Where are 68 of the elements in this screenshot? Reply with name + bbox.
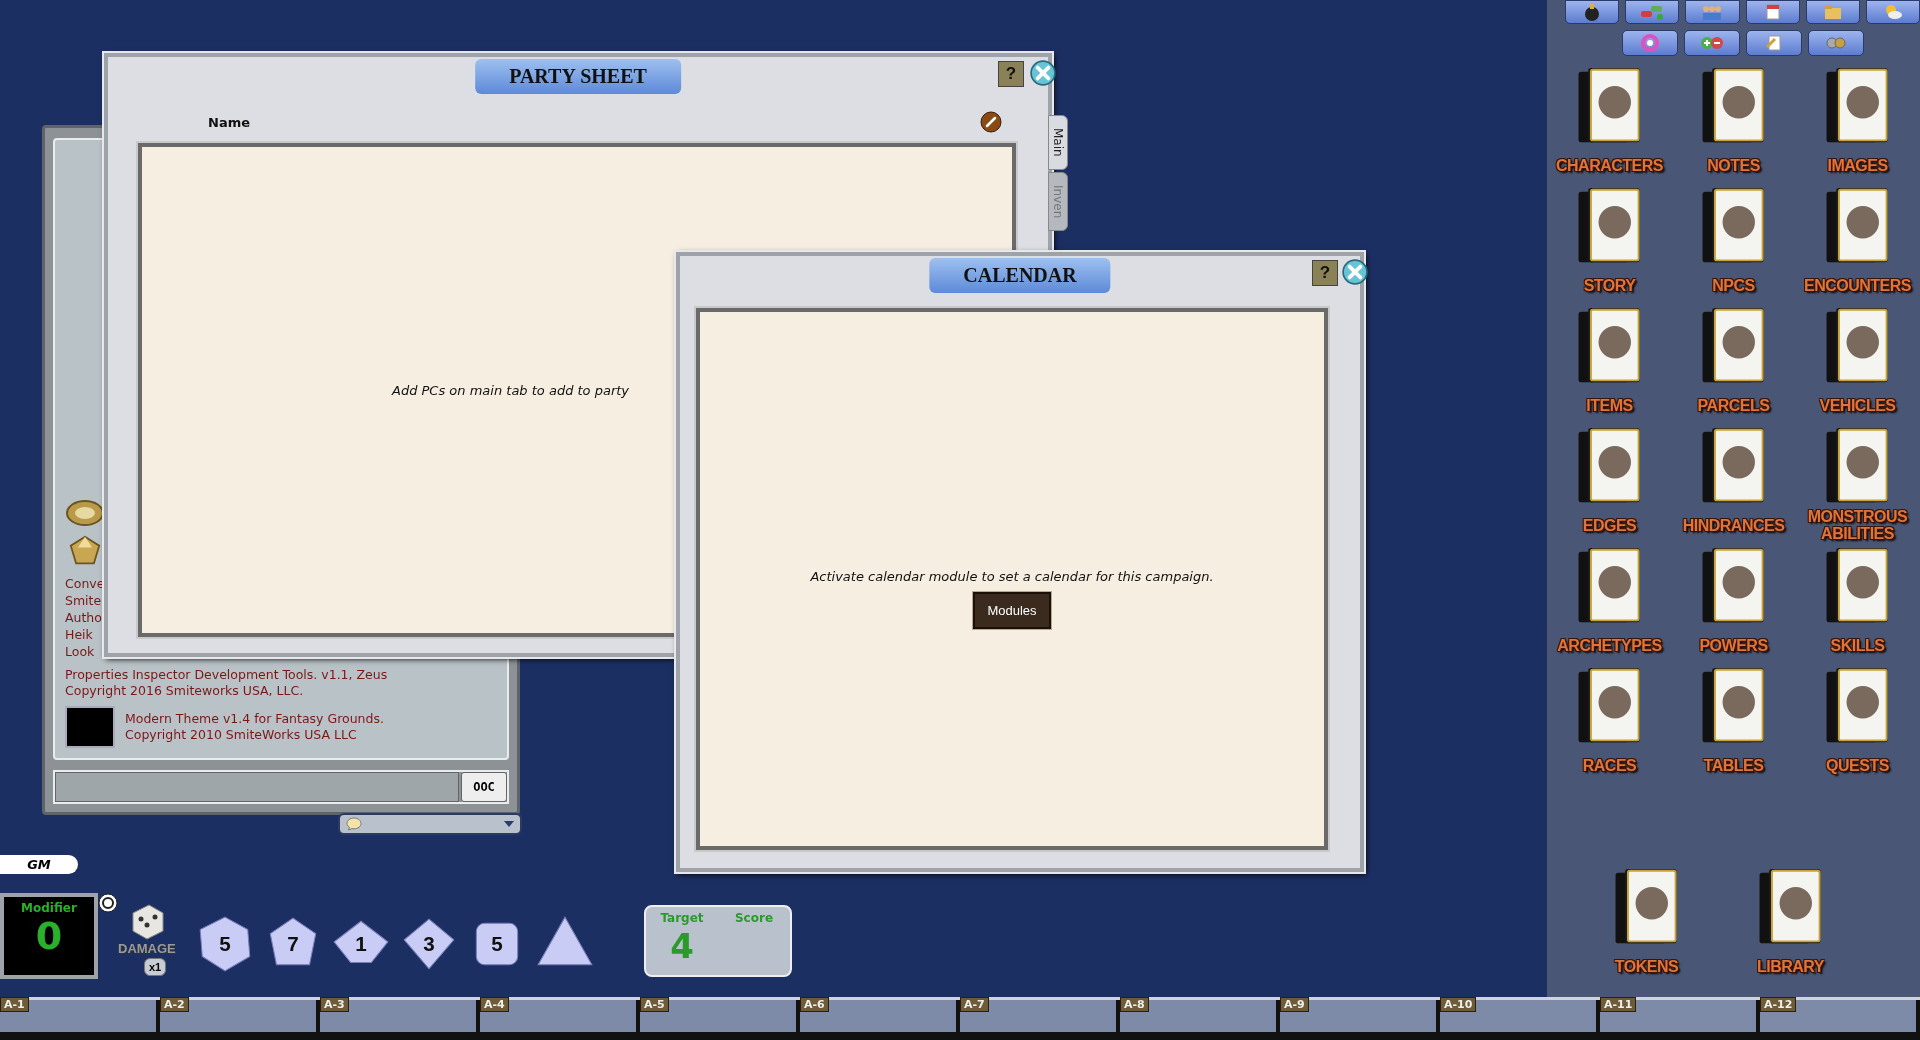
multiplier-button[interactable]: x1 (144, 958, 167, 976)
hotkey-label: A-9 (1280, 997, 1309, 1012)
hotkey-label: A-2 (160, 997, 189, 1012)
chat-line: Look (65, 644, 96, 660)
speech-bubble-icon (346, 817, 362, 831)
hotkey-label: A-8 (1120, 997, 1149, 1012)
toolbar-button[interactable] (1625, 0, 1680, 24)
score-label: Score (734, 911, 774, 925)
hotkey-slot[interactable]: A-7 (960, 1000, 1120, 1032)
pencil-icon[interactable] (980, 111, 1002, 133)
column-header: Name (208, 114, 250, 130)
toolbar-button[interactable] (1565, 0, 1620, 24)
modules-button[interactable]: Modules (973, 592, 1051, 629)
chat-message: Properties Inspector Development Tools. v1.1, Zeus Copyright 2016 Smiteworks USA, LLC. (65, 667, 388, 699)
hotkey-label: A-11 (1600, 997, 1637, 1012)
hotkey-label: A-10 (1440, 997, 1477, 1012)
empty-list-message: Add PCs on main tab to add to party (392, 382, 630, 398)
hotkey-label: A-3 (320, 997, 349, 1012)
hotkey-slot[interactable]: A-3 (320, 1000, 480, 1032)
hotkey-label: A-7 (960, 997, 989, 1012)
side-tab[interactable]: Main (1048, 115, 1068, 170)
window-title: CALENDAR (929, 258, 1111, 293)
damage-die-button[interactable]: DAMAGE (118, 901, 176, 956)
chat-line: Heik (65, 627, 94, 643)
hotkey-slot[interactable]: A-1 (0, 1000, 160, 1032)
help-button[interactable]: ? (998, 61, 1024, 87)
modifier-label: Modifier (21, 901, 77, 915)
speaker-dropdown[interactable] (338, 813, 522, 835)
toolbar-button[interactable] (1805, 0, 1860, 24)
hotkey-slot[interactable]: A-4 (480, 1000, 640, 1032)
hotkey-slot[interactable]: A-6 (800, 1000, 960, 1032)
calendar-message: Activate calendar module to set a calendar for this campaign. (810, 569, 1214, 584)
close-icon[interactable] (1342, 259, 1368, 285)
toolbar-button[interactable] (1746, 30, 1802, 56)
hotkey-slot[interactable]: A-5 (640, 1000, 800, 1032)
toolbar-button[interactable] (1685, 0, 1740, 24)
hotkey-slot[interactable]: A-12 (1760, 1000, 1920, 1032)
hotkey-label: A-4 (480, 997, 509, 1012)
identity-label: GM (0, 855, 78, 874)
target-label: Target (660, 911, 704, 925)
toolbar-button[interactable] (1622, 30, 1678, 56)
chat-line: Autho (65, 610, 103, 626)
ooc-button[interactable]: OOC (461, 772, 507, 802)
chat-input-field[interactable] (55, 772, 459, 802)
toolbar-button[interactable] (1684, 30, 1740, 56)
hotkey-slot[interactable]: A-10 (1440, 1000, 1600, 1032)
toolbar-button[interactable] (1865, 0, 1920, 24)
target-value: 4 (669, 927, 695, 965)
close-icon[interactable] (1030, 60, 1056, 86)
color-wheel-icon (1638, 33, 1662, 53)
hotkey-slot[interactable]: A-11 (1600, 1000, 1760, 1032)
window-title: PARTY SHEET (475, 59, 681, 94)
toolbar-button[interactable] (1808, 30, 1864, 56)
modifier-value: 0 (35, 915, 63, 957)
dropdown-arrow-icon (504, 821, 514, 827)
hotkey-label: A-1 (0, 997, 29, 1012)
chat-message: Modern Theme v1.4 for Fantasy Grounds. Copyright 2010 SmiteWorks USA LLC (125, 711, 384, 743)
chat-line: Smite (65, 593, 103, 609)
help-button[interactable]: ? (1312, 260, 1338, 286)
hotkey-label: A-5 (640, 997, 669, 1012)
hotkey-slot[interactable]: A-8 (1120, 1000, 1280, 1032)
crosshair-icon[interactable] (98, 893, 118, 913)
hotkey-slot[interactable]: A-2 (160, 1000, 320, 1032)
hotkey-label: A-6 (800, 997, 829, 1012)
hotkey-slot[interactable]: A-9 (1280, 1000, 1440, 1032)
hotkey-label: A-12 (1760, 997, 1797, 1012)
ring-logo-icon (65, 497, 105, 529)
toolbar-button[interactable] (1745, 0, 1800, 24)
